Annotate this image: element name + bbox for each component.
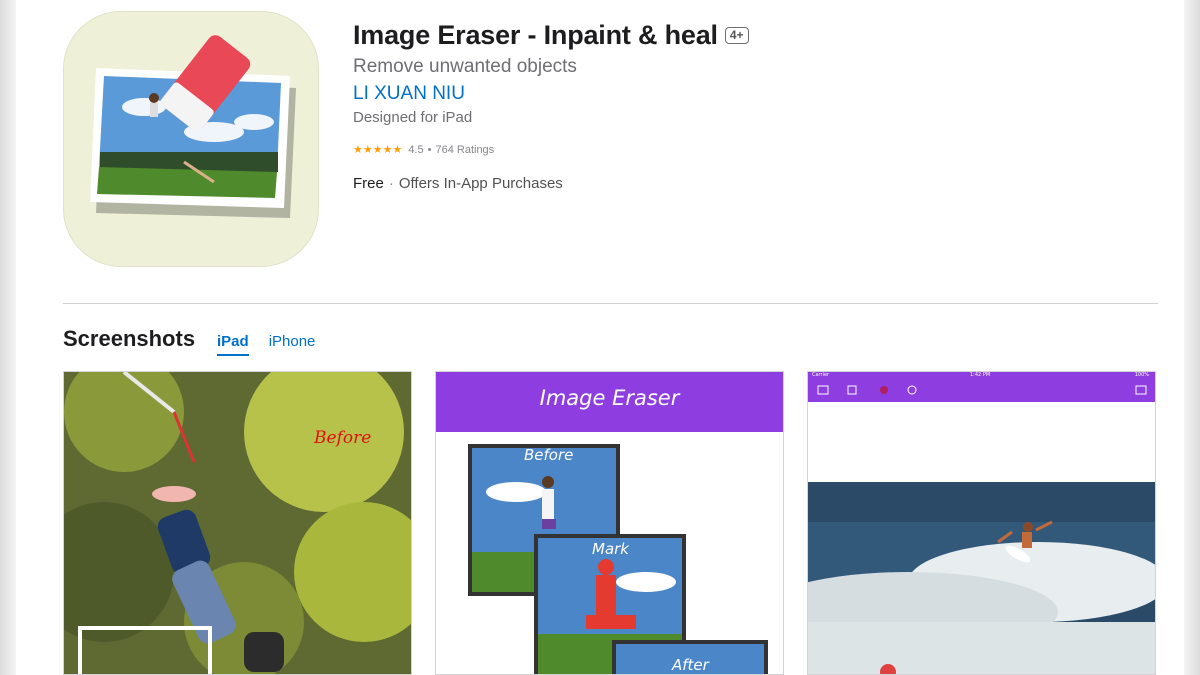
camera-icon — [817, 385, 829, 395]
before-mark-after-frames — [468, 444, 768, 674]
rating-separator: • — [427, 143, 432, 156]
age-rating-badge: 4+ — [724, 27, 749, 44]
before-frame-label: Before — [524, 446, 574, 464]
rating-count: 764 Ratings — [435, 143, 495, 156]
bungee-photo — [64, 372, 411, 674]
price-row: Free · Offers In-App Purchases — [353, 175, 563, 192]
star-rating-icon: ★★★★★ — [353, 144, 403, 156]
eraser-photo-icon — [90, 35, 296, 218]
developer-link[interactable]: LI XUAN NIU — [353, 83, 465, 105]
right-edge-shadow — [1184, 0, 1200, 675]
close-icon — [847, 385, 857, 395]
screenshot-1[interactable]: Before — [63, 371, 412, 675]
app-subtitle: Remove unwanted objects — [353, 56, 577, 77]
export-icon — [1135, 385, 1147, 395]
designed-for-label: Designed for iPad — [353, 109, 473, 126]
after-frame-label: After — [672, 656, 709, 674]
title-row: Image Eraser - Inpaint & heal 4+ — [353, 20, 749, 51]
mark-frame-label: Mark — [592, 540, 629, 558]
rating-row: ★★★★★ 4.5 • 764 Ratings — [353, 143, 495, 157]
device-tabs: iPad iPhone — [217, 333, 315, 356]
section-divider — [63, 303, 1158, 304]
screenshots-heading: Screenshots — [63, 326, 196, 351]
price: Free — [353, 175, 384, 192]
screenshot-2[interactable]: Image Eraser Before Mark After — [435, 371, 784, 675]
screenshot-3[interactable]: Carrier 1:42 PM 100% — [807, 371, 1156, 675]
brush-icon — [880, 386, 888, 394]
gear-icon — [907, 385, 917, 395]
tab-ipad[interactable]: iPad — [217, 333, 249, 356]
app-icon — [63, 11, 319, 267]
price-separator: · — [388, 175, 394, 192]
rating-value: 4.5 — [408, 143, 424, 156]
surfer-photo — [808, 385, 1155, 674]
tab-iphone[interactable]: iPhone — [269, 333, 316, 356]
left-edge-shadow — [0, 0, 16, 675]
before-label: Before — [314, 428, 372, 448]
app-title: Image Eraser - Inpaint & heal — [353, 20, 718, 50]
in-app-purchases: Offers In-App Purchases — [398, 175, 563, 192]
